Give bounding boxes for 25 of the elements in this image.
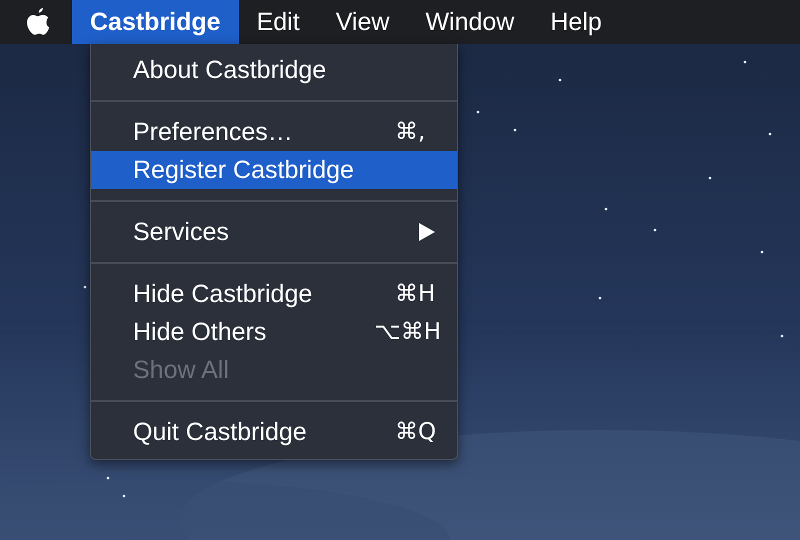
menu-bar-item[interactable]: Window: [407, 0, 532, 44]
menu-item[interactable]: Services: [91, 213, 457, 251]
menu-bar-item[interactable]: View: [318, 0, 408, 44]
menu-item-label: About Castbridge: [133, 56, 326, 84]
apple-logo-icon[interactable]: [25, 7, 51, 37]
menu-item[interactable]: Hide Others ⌥⌘H: [91, 313, 457, 351]
menu-item[interactable]: Register Castbridge: [91, 151, 457, 189]
menu-item[interactable]: Quit Castbridge ⌘Q: [91, 413, 457, 451]
shortcut-label: ⌘,: [395, 119, 426, 145]
menu-item[interactable]: About Castbridge: [91, 51, 457, 89]
menu-item[interactable]: Preferences… ⌘,: [91, 113, 457, 151]
menu-bar-item[interactable]: Edit: [238, 0, 318, 44]
menu-bar-item[interactable]: Help: [532, 0, 620, 44]
shortcut-label: ⌘H: [395, 281, 436, 307]
menu-item-label: Quit Castbridge: [133, 418, 307, 446]
menu-item-label: Services: [133, 218, 229, 246]
menu-item-label: Hide Castbridge: [133, 280, 312, 308]
menu-item[interactable]: Hide Castbridge ⌘H: [91, 275, 457, 313]
menu-bar-item[interactable]: Castbridge: [72, 0, 239, 44]
shortcut-label: ⌥⌘H: [374, 319, 441, 345]
menu-item-label: Show All: [133, 356, 229, 384]
menu-item-label: Preferences…: [133, 118, 293, 146]
shortcut-label: ⌘Q: [395, 419, 438, 445]
menu-item-label: Register Castbridge: [133, 156, 354, 184]
menu-item-label: Hide Others: [133, 318, 266, 346]
